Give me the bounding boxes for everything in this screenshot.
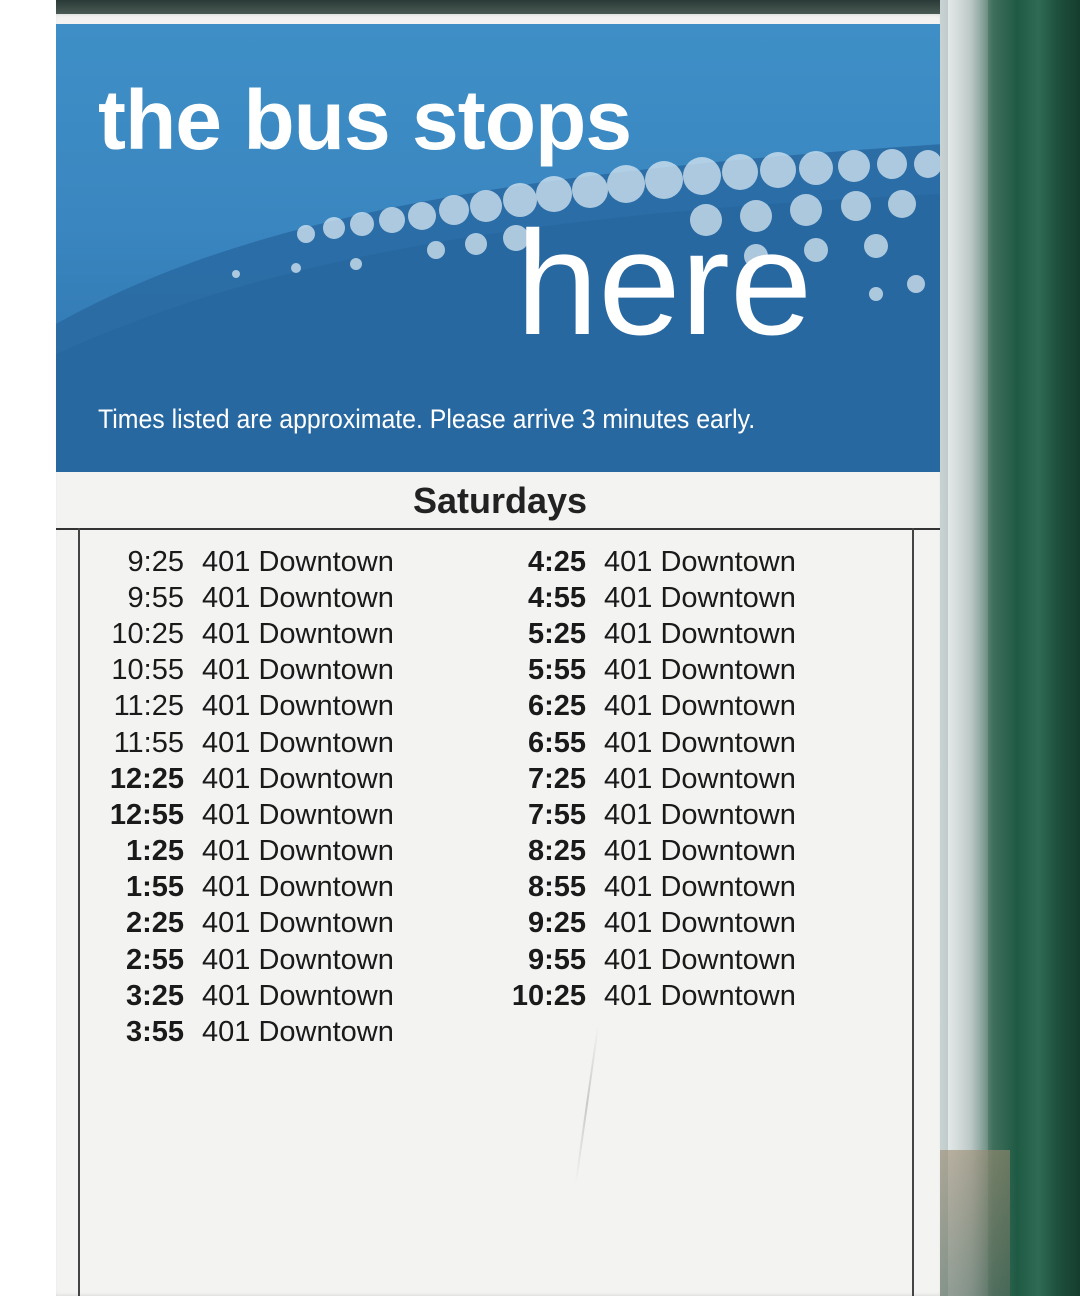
schedule-row: 6:55 401 Downtown (490, 725, 870, 761)
schedule-row: 3:25 401 Downtown (88, 978, 468, 1014)
schedule-row: 8:55 401 Downtown (490, 870, 870, 906)
departure-time: 8:25 (527, 835, 586, 868)
route-destination: 401 Downtown (202, 762, 394, 795)
glass-scratch (574, 1024, 600, 1184)
departure-time: 9:55 (127, 581, 184, 614)
route-destination: 401 Downtown (604, 545, 796, 578)
schedule-row: 4:25 401 Downtown (490, 544, 870, 580)
schedule-row: 4:55 401 Downtown (490, 580, 870, 616)
route-destination: 401 Downtown (604, 617, 796, 650)
route-destination: 401 Downtown (604, 798, 796, 831)
departure-time: 7:25 (527, 762, 586, 795)
schedule-row: 2:55 401 Downtown (88, 942, 468, 978)
schedule-row: 1:55 401 Downtown (88, 870, 468, 906)
departure-time: 9:25 (527, 907, 586, 940)
route-destination: 401 Downtown (202, 581, 394, 614)
route-destination: 401 Downtown (202, 726, 394, 759)
schedule-row: 11:25 401 Downtown (88, 689, 468, 725)
schedule-column-left: 9:25 401 Downtown 9:55 401 Downtown 10:25 401… (88, 544, 468, 1051)
route-destination: 401 Downtown (604, 581, 796, 614)
departure-time: 8:55 (527, 871, 586, 904)
departure-time: 5:55 (527, 654, 586, 687)
departure-time: 9:55 (527, 943, 586, 976)
schedule-row: 10:25 401 Downtown (88, 616, 468, 652)
glass-edge-reflection (948, 0, 988, 1296)
departure-time: 4:55 (527, 581, 586, 614)
schedule-column-right: 4:25 401 Downtown 4:55 401 Downtown 5:25 401 … (490, 544, 870, 1014)
departure-time: 10:25 (111, 617, 184, 650)
route-destination: 401 Downtown (604, 726, 796, 759)
route-destination: 401 Downtown (604, 907, 796, 940)
route-destination: 401 Downtown (604, 871, 796, 904)
departure-time: 6:25 (527, 690, 586, 723)
schedule-row: 8:25 401 Downtown (490, 834, 870, 870)
bus-schedule-poster: the bus stops here Times listed are appr… (56, 14, 944, 1296)
departure-time: 10:55 (111, 654, 184, 687)
photo-scene: the bus stops here Times listed are appr… (0, 0, 1080, 1296)
route-destination: 401 Downtown (202, 798, 394, 831)
headline-here: here (516, 201, 813, 366)
route-destination: 401 Downtown (202, 654, 394, 687)
route-destination: 401 Downtown (202, 835, 394, 868)
schedule-row: 9:55 401 Downtown (88, 580, 468, 616)
background-left (0, 0, 56, 1296)
departure-time: 1:25 (125, 835, 184, 868)
table-border-right (912, 528, 914, 1296)
schedule-row: 9:55 401 Downtown (490, 942, 870, 978)
departure-time: 2:25 (125, 907, 184, 940)
departure-time: 6:55 (527, 726, 586, 759)
sign-frame-right (940, 0, 1080, 1296)
departure-time: 1:55 (125, 871, 184, 904)
departure-time: 2:55 (125, 943, 184, 976)
schedule-day-label: Saturdays (412, 480, 588, 521)
header-banner: the bus stops here Times listed are appr… (56, 24, 944, 472)
schedule-row: 2:25 401 Downtown (88, 906, 468, 942)
route-destination: 401 Downtown (202, 617, 394, 650)
schedule-row: 3:55 401 Downtown (88, 1014, 468, 1050)
route-destination: 401 Downtown (604, 654, 796, 687)
route-destination: 401 Downtown (202, 943, 394, 976)
schedule-row: 7:55 401 Downtown (490, 797, 870, 833)
arrival-notice: Times listed are approximate. Please arr… (98, 404, 756, 434)
schedule-heading: Saturdays (56, 472, 944, 530)
schedule-row: 6:25 401 Downtown (490, 689, 870, 725)
schedule-row: 10:55 401 Downtown (88, 653, 468, 689)
sign-frame-top (0, 0, 1080, 14)
schedule-row: 5:25 401 Downtown (490, 616, 870, 652)
departure-time: 9:25 (127, 545, 184, 578)
departure-time: 12:55 (109, 798, 184, 831)
route-destination: 401 Downtown (202, 545, 394, 578)
departure-time: 3:25 (125, 979, 184, 1012)
schedule-row: 7:25 401 Downtown (490, 761, 870, 797)
departure-time: 4:25 (527, 545, 586, 578)
departure-time: 10:25 (511, 979, 586, 1012)
departure-time: 12:25 (109, 762, 184, 795)
table-border-left (78, 528, 80, 1296)
departure-time: 5:25 (527, 617, 586, 650)
departure-time: 3:55 (125, 1016, 184, 1049)
route-destination: 401 Downtown (202, 979, 394, 1012)
route-destination: 401 Downtown (604, 762, 796, 795)
departure-time: 7:55 (527, 798, 586, 831)
route-destination: 401 Downtown (604, 690, 796, 723)
route-destination: 401 Downtown (202, 690, 394, 723)
departure-time: 11:25 (113, 690, 184, 723)
schedule-row: 5:55 401 Downtown (490, 653, 870, 689)
route-destination: 401 Downtown (202, 1016, 394, 1049)
background-bottom-right (940, 1150, 1010, 1296)
schedule-row: 12:25 401 Downtown (88, 761, 468, 797)
headline-the-bus-stops: the bus stops (98, 73, 632, 167)
schedule-row: 10:25 401 Downtown (490, 978, 870, 1014)
schedule-row: 9:25 401 Downtown (88, 544, 468, 580)
schedule-row: 11:55 401 Downtown (88, 725, 468, 761)
departure-time: 11:55 (113, 726, 184, 759)
route-destination: 401 Downtown (202, 871, 394, 904)
schedule-row: 9:25 401 Downtown (490, 906, 870, 942)
schedule-row: 12:55 401 Downtown (88, 797, 468, 833)
schedule-row: 1:25 401 Downtown (88, 834, 468, 870)
route-destination: 401 Downtown (604, 979, 796, 1012)
route-destination: 401 Downtown (604, 943, 796, 976)
route-destination: 401 Downtown (604, 835, 796, 868)
route-destination: 401 Downtown (202, 907, 394, 940)
